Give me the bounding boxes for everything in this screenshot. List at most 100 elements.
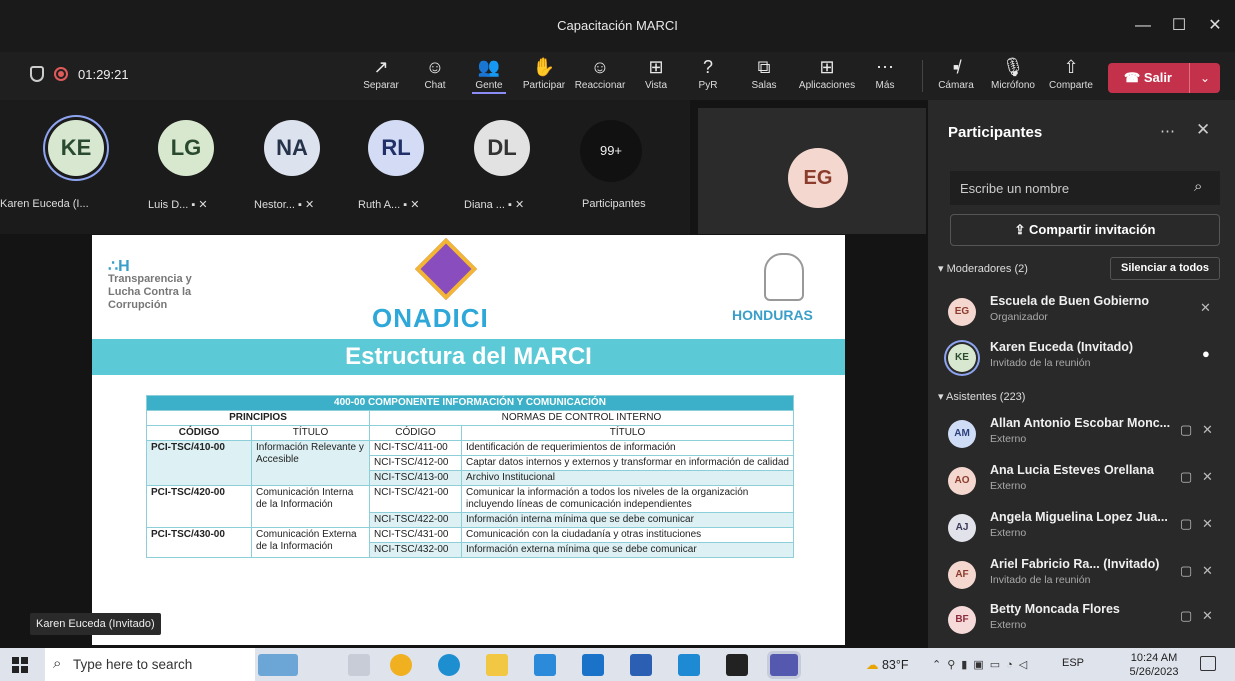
meeting-stage: KE Karen Euceda (I... LG Luis D... ▪ ✕ N… bbox=[0, 100, 928, 648]
meeting-status: 01:29:21 bbox=[30, 66, 129, 82]
table-title: 400-00 COMPONENTE INFORMACIÓN Y COMUNICA… bbox=[146, 395, 794, 411]
participant-row[interactable]: KE Karen Euceda (Invitado) Invitado de l… bbox=[948, 338, 1228, 378]
participant-row[interactable]: EG Escuela de Buen Gobierno Organizador … bbox=[948, 292, 1228, 332]
more-participants-label: Participantes bbox=[582, 198, 646, 210]
leave-button[interactable]: ☎ Salir bbox=[1108, 63, 1188, 93]
marci-table: 400-00 COMPONENTE INFORMACIÓN Y COMUNICA… bbox=[146, 395, 794, 558]
more-participants-button[interactable]: 99+ bbox=[580, 120, 642, 182]
windows-taskbar: ⌕ ☁ 83°F ⌃⚲▮▣▭◔◁ ESP 10:24 AM 5/26/2023 bbox=[0, 648, 1235, 681]
leave-options-chevron-icon[interactable]: ⌄ bbox=[1189, 63, 1220, 93]
camera-off-icon: ▪ bbox=[191, 199, 196, 211]
mic-off-icon: ✕ bbox=[1202, 469, 1213, 484]
file-explorer-icon[interactable] bbox=[486, 654, 508, 676]
camera-button[interactable]: ▪̸ Cámara bbox=[936, 56, 976, 98]
apps-button[interactable]: ⊞ Aplicaciones bbox=[794, 56, 860, 98]
qa-button[interactable]: ? PyR bbox=[694, 56, 722, 98]
attendees-section-toggle[interactable]: ▾ Asistentes (223) bbox=[938, 390, 1025, 403]
mail-icon[interactable] bbox=[582, 654, 604, 676]
participant-row[interactable]: BF Betty Moncada Flores Externo ▢ ✕ bbox=[948, 600, 1228, 640]
honduras-logo: HONDURAS bbox=[732, 307, 813, 323]
react-button[interactable]: ☺ Reaccionar bbox=[572, 56, 628, 98]
slide-title: Estructura del MARCI bbox=[345, 343, 592, 370]
panel-title: Participantes bbox=[948, 124, 1043, 141]
meeting-toolbar: 01:29:21 ↗ Separar ☺ Chat 👥 Gente ✋ Part… bbox=[0, 52, 1235, 100]
moderators-section-toggle[interactable]: ▾ Moderadores (2) bbox=[938, 262, 1028, 275]
participant-row[interactable]: AM Allan Antonio Escobar Monc... Externo… bbox=[948, 414, 1228, 454]
participant-tile[interactable]: DL Diana ... ▪ ✕ bbox=[464, 112, 559, 222]
teams-window: Capacitación MARCI — ☐ ✕ 01:29:21 ↗ Sepa… bbox=[0, 0, 1235, 681]
rooms-button[interactable]: ⧉ Salas bbox=[748, 56, 780, 98]
weather-widget[interactable]: ☁ 83°F bbox=[866, 657, 909, 672]
popout-icon: ↗ bbox=[373, 57, 389, 77]
task-view-icon[interactable] bbox=[348, 654, 370, 676]
table-row: PCI-TSC/420-00 Comunicación Interna de l… bbox=[146, 485, 794, 528]
chrome-icon[interactable] bbox=[390, 654, 412, 676]
input-language[interactable]: ESP bbox=[1062, 657, 1084, 669]
mute-all-button[interactable]: Silenciar a todos bbox=[1110, 257, 1220, 280]
transparency-logo: ∴H Transparencia y Lucha Contra la Corru… bbox=[108, 258, 192, 312]
vscode-icon[interactable] bbox=[678, 654, 700, 676]
avatar: DL bbox=[474, 120, 530, 176]
share-invite-button[interactable]: ⇪ Compartir invitación bbox=[950, 214, 1220, 246]
participant-tile[interactable]: RL Ruth A... ▪ ✕ bbox=[358, 112, 453, 222]
title-bar: Capacitación MARCI — ☐ ✕ bbox=[0, 0, 1235, 52]
onadici-emblem-icon bbox=[414, 237, 478, 301]
search-icon[interactable]: ⌕ bbox=[1194, 178, 1202, 195]
close-icon[interactable]: ✕ bbox=[1196, 120, 1210, 140]
close-window-button[interactable]: ✕ bbox=[1200, 14, 1230, 38]
taskbar-search-input[interactable] bbox=[45, 648, 255, 681]
avatar: KE bbox=[948, 344, 976, 372]
group-header-principios: PRINCIPIOS bbox=[146, 410, 370, 426]
participant-name: Karen Euceda (I... bbox=[0, 198, 89, 210]
leave-button-group: ☎ Salir ⌄ bbox=[1108, 63, 1220, 93]
participant-tile[interactable]: LG Luis D... ▪ ✕ bbox=[148, 112, 243, 222]
column-header: CÓDIGO bbox=[369, 425, 462, 441]
participant-tile[interactable]: NA Nestor... ▪ ✕ bbox=[254, 112, 349, 222]
view-button[interactable]: ⊞ Vista bbox=[640, 56, 672, 98]
mic-off-icon: ✕ bbox=[198, 199, 208, 211]
camera-off-icon: ▪̸ bbox=[952, 57, 960, 77]
mic-off-icon: ✕ bbox=[515, 199, 525, 211]
chat-button[interactable]: ☺ Chat bbox=[418, 56, 452, 98]
table-row: PCI-TSC/430-00 Comunicación Externa de l… bbox=[146, 527, 794, 558]
raise-hand-button[interactable]: ✋ Participar bbox=[518, 56, 570, 98]
mic-off-icon: ✕ bbox=[305, 199, 315, 211]
more-icon[interactable]: ⋯ bbox=[1160, 122, 1175, 140]
people-button[interactable]: 👥 Gente bbox=[472, 56, 506, 98]
maximize-button[interactable]: ☐ bbox=[1164, 14, 1194, 38]
separar-button[interactable]: ↗ Separar bbox=[362, 56, 400, 98]
shield-icon bbox=[30, 66, 44, 82]
share-button[interactable]: ⇧ Comparte bbox=[1046, 56, 1096, 98]
terminal-icon[interactable] bbox=[726, 654, 748, 676]
news-widget-icon[interactable] bbox=[258, 654, 298, 676]
spotlight-tile[interactable]: EG bbox=[698, 108, 926, 234]
column-header: TÍTULO bbox=[251, 425, 370, 441]
notifications-icon[interactable] bbox=[1200, 656, 1216, 671]
chat-icon: ☺ bbox=[425, 57, 445, 77]
minimize-button[interactable]: — bbox=[1128, 14, 1158, 38]
edge-icon[interactable] bbox=[438, 654, 460, 676]
participant-row[interactable]: AJ Angela Miguelina Lopez Jua... Externo… bbox=[948, 508, 1228, 548]
word-icon[interactable] bbox=[630, 654, 652, 676]
windows-start-icon[interactable] bbox=[12, 657, 28, 673]
microphone-button[interactable]: 🎙 Micrófono bbox=[986, 56, 1040, 98]
rooms-icon: ⧉ bbox=[757, 57, 771, 77]
camera-off-icon: ▢ bbox=[1180, 469, 1193, 484]
participant-row[interactable]: AF Ariel Fabricio Ra... (Invitado) Invit… bbox=[948, 555, 1228, 595]
shared-slide: ∴H Transparencia y Lucha Contra la Corru… bbox=[92, 235, 845, 645]
store-icon[interactable] bbox=[534, 654, 556, 676]
column-header: CÓDIGO bbox=[146, 425, 252, 441]
system-tray-icons[interactable]: ⌃⚲▮▣▭◔◁ bbox=[932, 658, 1033, 671]
clock[interactable]: 10:24 AM 5/26/2023 bbox=[1124, 651, 1184, 679]
more-button[interactable]: ⋯ Más bbox=[872, 56, 898, 98]
teams-icon[interactable] bbox=[770, 654, 798, 676]
mic-off-icon: ✕ bbox=[1200, 300, 1211, 315]
participant-row[interactable]: AO Ana Lucia Esteves Orellana Externo ▢ … bbox=[948, 461, 1228, 501]
avatar: EG bbox=[948, 298, 976, 326]
participants-panel: Participantes ⋯ ✕ ⌕ ⇪ Compartir invitaci… bbox=[928, 100, 1235, 648]
mic-off-icon: 🎙 bbox=[1001, 57, 1025, 77]
avatar: AJ bbox=[948, 514, 976, 542]
participant-tile[interactable]: KE Karen Euceda (I... bbox=[0, 112, 133, 222]
window-title: Capacitación MARCI bbox=[557, 18, 678, 33]
search-participants-input[interactable] bbox=[950, 171, 1220, 205]
